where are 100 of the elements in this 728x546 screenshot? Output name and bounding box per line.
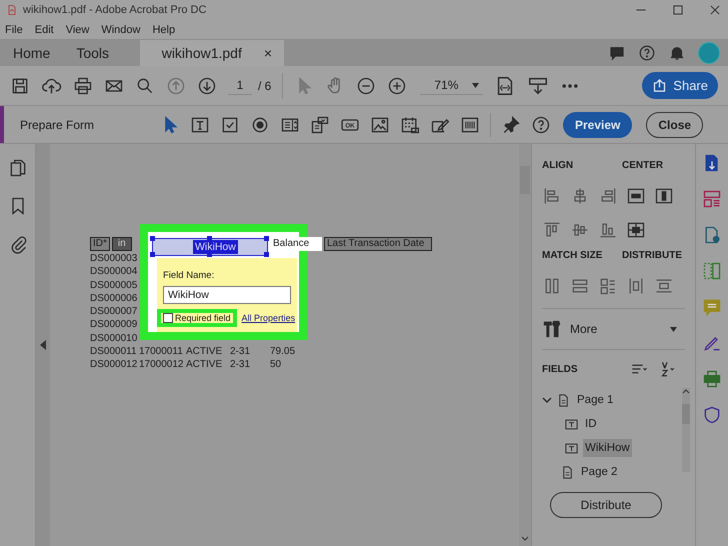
maximize-icon[interactable] <box>671 3 685 17</box>
page-number-field[interactable]: 1 <box>228 76 252 95</box>
required-field-checkbox[interactable]: Required field <box>157 309 237 327</box>
calendar-icon[interactable] <box>400 114 420 134</box>
table-cell-text: DS000011 <box>90 345 138 358</box>
collapse-left-icon[interactable] <box>40 340 46 350</box>
chevron-up-icon[interactable] <box>682 388 690 394</box>
table-cell-text: DS000009 <box>90 318 138 332</box>
table-cell-text: 17000011 <box>139 345 184 358</box>
text-field-icon <box>564 416 579 432</box>
column-header: in <box>112 237 132 251</box>
page-total: / 6 <box>258 78 272 92</box>
menu-item[interactable]: Help <box>151 24 176 36</box>
center-vertical-icon[interactable] <box>654 186 674 206</box>
table-cell-text: DS000010 <box>90 332 138 346</box>
caret-icon[interactable] <box>670 326 677 332</box>
dropdown-icon[interactable] <box>310 114 330 134</box>
tab[interactable]: wikihow1.pdf × <box>140 40 284 66</box>
print-production-icon[interactable] <box>702 368 722 390</box>
organize-pages-icon[interactable] <box>702 188 722 210</box>
section-heading: ALIGN <box>542 160 574 173</box>
form-field[interactable]: WikiHow <box>152 238 268 256</box>
section-heading: CENTER <box>622 160 664 173</box>
center-both-icon[interactable] <box>626 220 646 240</box>
tree-item[interactable]: Page 1 <box>575 391 616 409</box>
column-header: ID* <box>90 237 110 251</box>
text-field-icon <box>564 440 579 456</box>
section-heading: FIELDS <box>542 364 578 374</box>
chat-icon[interactable] <box>608 44 626 62</box>
text-field-icon[interactable] <box>190 114 210 134</box>
menu-item[interactable]: Window <box>100 24 142 36</box>
all-properties-link[interactable]: All Properties <box>242 313 296 323</box>
tab-close-button[interactable]: × <box>264 45 272 61</box>
share-icon <box>652 78 668 93</box>
tree-item[interactable]: WikiHow <box>583 439 632 457</box>
table-cell-text: 79.05 <box>270 345 296 358</box>
save-icon[interactable] <box>10 76 30 96</box>
table-cell-text: 2-31 <box>230 358 252 372</box>
resize-handle[interactable] <box>264 252 269 257</box>
field-label: WikiHow <box>193 240 238 254</box>
chevron-down-icon[interactable] <box>542 396 552 404</box>
chevron-down-icon[interactable] <box>521 536 529 542</box>
document-icon <box>6 4 18 16</box>
field-name-input[interactable]: WikiHow <box>163 286 291 304</box>
barcode-icon[interactable] <box>460 114 480 134</box>
window-title: wikihow1.pdf - Adobe Acrobat Pro DC <box>23 4 206 16</box>
shield-icon[interactable] <box>702 404 722 426</box>
menu-item[interactable]: File <box>4 24 24 36</box>
checkbox[interactable] <box>163 313 173 323</box>
pages-icon[interactable] <box>8 158 28 178</box>
table-cell-text: 17000012 <box>139 358 184 372</box>
tab[interactable]: Tools <box>63 40 122 66</box>
resize-handle[interactable] <box>150 252 155 257</box>
share-button[interactable]: Share <box>642 72 718 99</box>
table-cell-text: DS000007 <box>90 305 138 318</box>
resize-handle[interactable] <box>207 236 212 241</box>
help-icon[interactable] <box>531 114 551 134</box>
distribute-button[interactable]: Distribute <box>550 492 662 518</box>
field-name-label: Field Name: <box>163 270 214 281</box>
print-icon[interactable] <box>73 76 93 96</box>
resize-handle[interactable] <box>150 236 155 241</box>
table-cell-text: DS000006 <box>90 292 138 306</box>
table-cell-text: 2-31 <box>230 345 252 358</box>
table-cell-text: DS000004 <box>90 265 138 279</box>
tree-item[interactable]: Page 2 <box>579 463 620 481</box>
table-cell-text: DS000012 <box>90 358 138 372</box>
table-cell-text: ACTIVE <box>186 345 224 358</box>
section-heading: DISTRIBUTE <box>622 250 683 263</box>
panel-title: Prepare Form <box>20 118 96 132</box>
table-cell-text: 50 <box>270 358 282 372</box>
close-button[interactable]: Close <box>646 112 704 138</box>
menu-item[interactable]: Edit <box>34 24 55 36</box>
tab[interactable]: Home <box>0 40 64 66</box>
tree-item[interactable]: ID <box>583 415 598 433</box>
checkbox-label: Required field <box>175 313 231 323</box>
zoom-in-icon[interactable] <box>387 76 408 96</box>
close-icon[interactable] <box>708 3 722 17</box>
pin-icon[interactable] <box>501 114 521 134</box>
help-icon[interactable] <box>638 44 656 62</box>
caret-icon <box>472 82 480 88</box>
bell-icon[interactable] <box>668 44 686 62</box>
search-icon[interactable] <box>135 76 155 96</box>
tools-icon[interactable] <box>542 319 562 339</box>
checkbox-icon[interactable] <box>220 114 240 134</box>
more-button[interactable]: More <box>570 322 598 336</box>
table-cell-text: ACTIVE <box>186 358 224 372</box>
scrollbar-thumb[interactable] <box>682 404 690 424</box>
zoom-out-icon[interactable] <box>356 76 376 96</box>
resize-handle[interactable] <box>207 252 212 257</box>
zoom-dropdown[interactable]: 71% <box>420 76 484 95</box>
table-cell-text: DS000003 <box>90 252 138 266</box>
resize-handle[interactable] <box>264 236 269 241</box>
column-header: Last Transaction Date <box>324 237 432 251</box>
radio-button-icon[interactable] <box>250 114 270 134</box>
table-cell-text: DS000005 <box>90 278 138 292</box>
menu-item[interactable]: View <box>64 24 90 36</box>
center-horizontal-icon[interactable] <box>626 186 646 206</box>
section-heading: MATCH SIZE <box>542 250 604 263</box>
preview-button[interactable]: Preview <box>563 112 632 138</box>
image-icon[interactable] <box>370 114 390 134</box>
